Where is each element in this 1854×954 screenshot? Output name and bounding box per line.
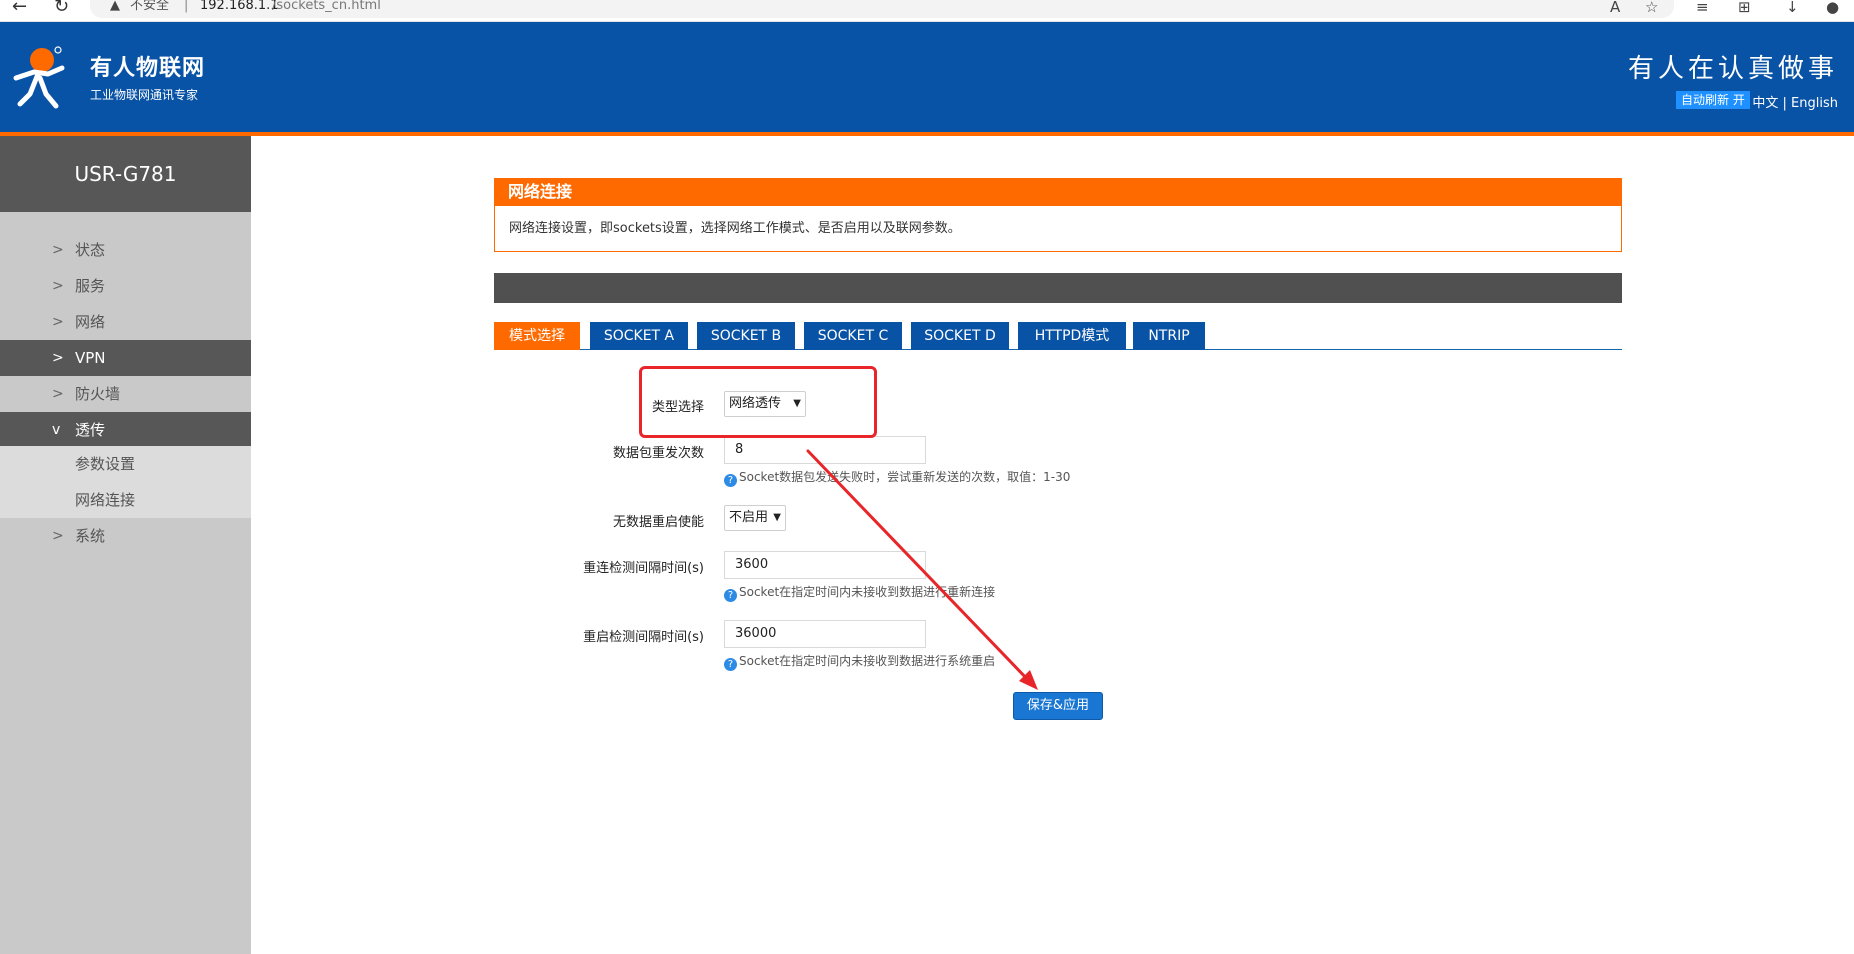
annotation-arrow	[806, 449, 1038, 690]
page-root: ← ↻ ▲ 不安全 | 192.168.1.1 /sockets_cn.html…	[0, 0, 1854, 954]
